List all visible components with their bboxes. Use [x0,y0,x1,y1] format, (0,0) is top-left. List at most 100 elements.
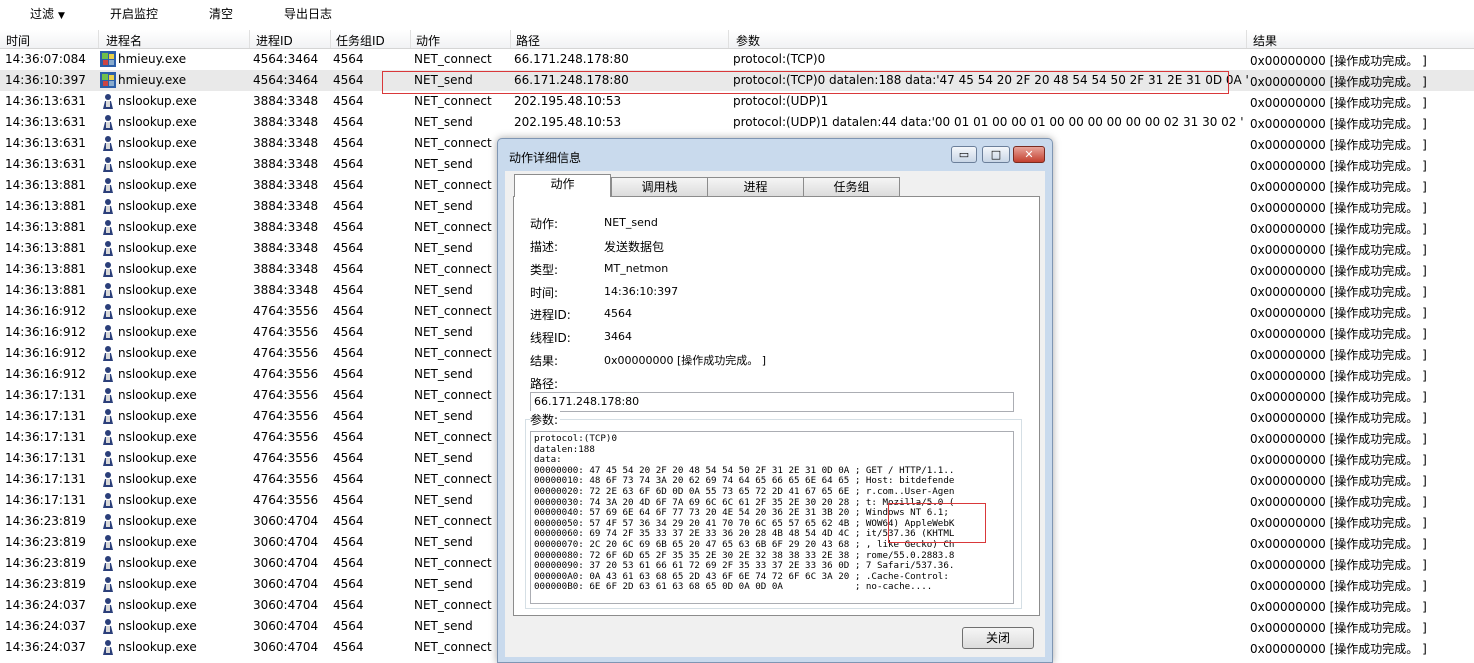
row-taskgroup: 4564 [333,535,364,549]
col-taskgroup[interactable]: 任务组ID [336,32,385,49]
row-process-name: nslookup.exe [118,304,197,318]
row-pid: 3884:3348 [253,220,319,234]
row-pid: 3884:3348 [253,157,319,171]
row-pid: 3060:4704 [253,619,319,633]
row-result: 0x00000000 [操作成功完成。 ] [1250,432,1427,446]
row-pid: 3060:4704 [253,556,319,570]
filter-dropdown[interactable]: 过滤 ▼ [30,5,65,22]
row-taskgroup: 4564 [333,115,364,129]
row-taskgroup: 4564 [333,430,364,444]
row-process-name: nslookup.exe [118,619,197,633]
row-process-name: nslookup.exe [118,157,197,171]
export-log-button[interactable]: 导出日志 [284,5,332,22]
row-process-name: nslookup.exe [118,94,197,108]
col-sep [510,30,511,48]
params-label: 参数: [530,411,561,428]
clear-button[interactable]: 清空 [209,5,233,22]
col-time[interactable]: 时间 [6,32,30,49]
row-action: NET_connect [414,94,492,108]
row-time: 14:36:17:131 [5,430,86,444]
row-taskgroup: 4564 [333,136,364,150]
field-value: 14:36:10:397 [604,285,679,298]
row-pid: 3884:3348 [253,136,319,150]
row-pid: 3884:3348 [253,241,319,255]
col-path[interactable]: 路径 [516,32,540,49]
row-process-name: nslookup.exe [118,409,197,423]
row-pid: 3884:3348 [253,94,319,108]
close-icon[interactable]: ✕ [1013,146,1045,163]
row-time: 14:36:13:631 [5,115,86,129]
person-icon [100,177,116,193]
row-pid: 4764:3556 [253,472,319,486]
row-result: 0x00000000 [操作成功完成。 ] [1250,621,1427,635]
start-monitor-button[interactable]: 开启监控 [110,5,158,22]
path-field[interactable]: 66.171.248.178:80 [530,392,1014,412]
row-process-name: nslookup.exe [118,388,197,402]
tab-process[interactable]: 进程 [707,177,804,196]
col-sep [1246,30,1247,48]
row-time: 14:36:13:881 [5,220,86,234]
row-process-name: nslookup.exe [118,346,197,360]
action-detail-dialog: 动作详细信息 ▭ □ ✕ 动作 调用栈 进程 任务组 动作: NET_send … [497,138,1053,663]
dialog-body: 动作 调用栈 进程 任务组 动作: NET_send 描述: 发送数据包 类型:… [505,171,1045,657]
field-label: 类型: [530,263,559,277]
row-result: 0x00000000 [操作成功完成。 ] [1250,558,1427,572]
person-icon [100,534,116,550]
row-taskgroup: 4564 [333,451,364,465]
row-time: 14:36:13:881 [5,262,86,276]
row-action: NET_connect [414,304,492,318]
col-sep [98,30,99,48]
col-process-name[interactable]: 进程名 [106,32,142,49]
table-row[interactable]: 14:36:13:631 nslookup.exe 3884:3348 4564 NET… [0,91,1474,112]
minimize-icon[interactable]: ▭ [951,146,977,163]
path-label: 路径: [530,377,559,391]
row-pid: 3060:4704 [253,577,319,591]
close-button[interactable]: 关闭 [962,627,1034,649]
person-icon [100,597,116,613]
row-result: 0x00000000 [操作成功完成。 ] [1250,369,1427,383]
person-icon [100,324,116,340]
col-action[interactable]: 动作 [416,32,440,49]
col-sep [249,30,250,48]
row-time: 14:36:13:881 [5,199,86,213]
row-result: 0x00000000 [操作成功完成。 ] [1250,201,1427,215]
row-result: 0x00000000 [操作成功完成。 ] [1250,138,1427,152]
row-action: NET_send [414,451,473,465]
row-result: 0x00000000 [操作成功完成。 ] [1250,600,1427,614]
person-icon [100,492,116,508]
col-params[interactable]: 参数 [736,32,760,49]
person-icon [100,219,116,235]
row-result: 0x00000000 [操作成功完成。 ] [1250,642,1427,656]
row-pid: 3884:3348 [253,262,319,276]
field-value: 3464 [604,330,632,343]
row-action: NET_connect [414,346,492,360]
tab-action[interactable]: 动作 [514,174,611,197]
row-result: 0x00000000 [操作成功完成。 ] [1250,306,1427,320]
table-row[interactable]: 14:36:13:631 nslookup.exe 3884:3348 4564 NET… [0,112,1474,133]
row-time: 14:36:23:819 [5,577,86,591]
row-action: NET_send [414,157,473,171]
col-result[interactable]: 结果 [1253,32,1277,49]
row-pid: 3884:3348 [253,283,319,297]
person-icon [100,261,116,277]
row-action: NET_connect [414,388,492,402]
row-taskgroup: 4564 [333,220,364,234]
row-action: NET_connect [414,556,492,570]
person-icon [100,198,116,214]
tab-callstack[interactable]: 调用栈 [611,177,708,196]
maximize-icon[interactable]: □ [982,146,1010,163]
row-action: NET_send [414,241,473,255]
row-result: 0x00000000 [操作成功完成。 ] [1250,516,1427,530]
row-action: NET_send [414,325,473,339]
table-row[interactable]: 14:36:07:084 hmieuy.exe 4564:3464 4564 NET_c… [0,49,1474,70]
row-process-name: nslookup.exe [118,472,197,486]
action-panel: 动作: NET_send 描述: 发送数据包 类型: MT_netmon 时间:… [513,196,1040,616]
col-pid[interactable]: 进程ID [256,32,293,49]
row-action: NET_connect [414,136,492,150]
row-process-name: nslookup.exe [118,325,197,339]
col-sep [410,30,411,48]
tab-taskgroup[interactable]: 任务组 [803,177,900,196]
filter-label: 过滤 [30,7,55,21]
person-icon [100,513,116,529]
row-result: 0x00000000 [操作成功完成。 ] [1250,180,1427,194]
